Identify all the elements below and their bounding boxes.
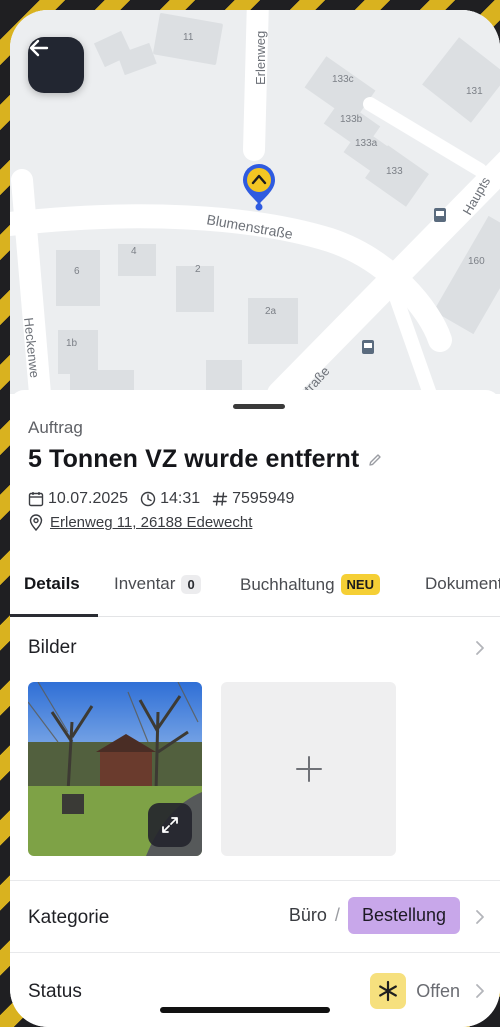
order-address-row[interactable]: Erlenweg 11, 26188 Edewecht (28, 514, 252, 531)
bus-stop-icon (434, 208, 446, 222)
back-button[interactable] (28, 37, 84, 93)
tab-inventar[interactable]: Inventar 0 (114, 574, 201, 594)
photo-thumbnail[interactable] (28, 682, 202, 856)
page-title: 5 Tonnen VZ wurde entfernt (28, 445, 360, 473)
back-arrow-icon (29, 39, 49, 57)
order-meta: 10.07.2025 14:31 7595949 (28, 490, 306, 508)
map-view[interactable]: Erlenweg Blumenstraße Heckenwe Haupts tr… (10, 10, 500, 394)
tab-buchhaltung-label: Buchhaltung (240, 574, 335, 594)
bilder-row[interactable]: Bilder (10, 632, 500, 664)
new-badge: NEU (340, 574, 380, 595)
add-photo-button[interactable] (221, 682, 396, 856)
edit-pencil-icon[interactable] (367, 452, 383, 468)
plus-icon (295, 756, 322, 782)
kategorie-label: Kategorie (28, 907, 110, 928)
svg-text:11: 11 (183, 32, 194, 43)
kategorie-separator: / (334, 905, 340, 925)
tab-buchhaltung[interactable]: Buchhaltung NEU (240, 574, 380, 595)
active-tab-indicator (10, 614, 98, 617)
svg-text:160: 160 (468, 256, 485, 267)
category-pill: Bestellung (347, 897, 460, 934)
svg-text:133c: 133c (332, 74, 354, 85)
svg-text:4: 4 (131, 246, 137, 257)
chevron-right-icon (476, 984, 484, 998)
order-number: 7595949 (232, 490, 295, 507)
kategorie-parent: Büro (288, 905, 327, 925)
details-sheet: Auftrag 5 Tonnen VZ wurde entfernt 10.07… (10, 390, 500, 1027)
chevron-right-icon (476, 641, 484, 655)
bilder-label: Bilder (28, 637, 77, 658)
tab-inventar-label: Inventar (114, 574, 176, 593)
order-kind-label: Auftrag (28, 418, 83, 437)
sheet-drag-handle[interactable] (233, 404, 285, 409)
chevron-right-icon (476, 910, 484, 924)
svg-text:131: 131 (466, 86, 483, 97)
order-address-link[interactable]: Erlenweg 11, 26188 Edewecht (50, 514, 252, 531)
status-label: Status (28, 981, 82, 1002)
status-text: Offen (416, 980, 460, 1001)
order-time: 14:31 (160, 490, 201, 507)
tab-bar: Details Inventar 0 Buchhaltung NEU Dokum… (10, 568, 500, 617)
inventar-count-badge: 0 (181, 574, 201, 594)
svg-text:6: 6 (74, 266, 80, 277)
tab-details[interactable]: Details (24, 574, 80, 594)
status-value: Offen (370, 973, 460, 1009)
expand-icon (162, 817, 178, 833)
expand-image-button[interactable] (148, 803, 192, 847)
divider (10, 952, 500, 953)
svg-text:133: 133 (386, 166, 403, 177)
phone-screen: Erlenweg Blumenstraße Heckenwe Haupts tr… (10, 10, 500, 1027)
title-row: 5 Tonnen VZ wurde entfernt (28, 445, 383, 474)
svg-text:133b: 133b (340, 114, 363, 125)
svg-text:2: 2 (195, 264, 201, 275)
status-asterisk-icon (370, 973, 407, 1009)
bus-stop-icon (362, 340, 374, 354)
kategorie-value: Büro / Bestellung (289, 897, 460, 934)
tab-dokumente-label: Dokumente (425, 574, 500, 593)
svg-text:2a: 2a (265, 306, 277, 317)
home-indicator (160, 1007, 330, 1013)
divider (10, 880, 500, 881)
order-date: 10.07.2025 (48, 490, 129, 507)
clock-icon (140, 491, 156, 507)
tab-details-label: Details (24, 574, 80, 593)
location-pin-icon (29, 514, 43, 531)
map-label-erlenweg: Erlenweg (253, 31, 268, 85)
calendar-icon (28, 492, 44, 507)
svg-text:1b: 1b (66, 338, 78, 349)
hash-icon (212, 492, 228, 506)
tab-dokumente[interactable]: Dokumente (425, 574, 500, 594)
svg-text:133a: 133a (355, 138, 378, 149)
